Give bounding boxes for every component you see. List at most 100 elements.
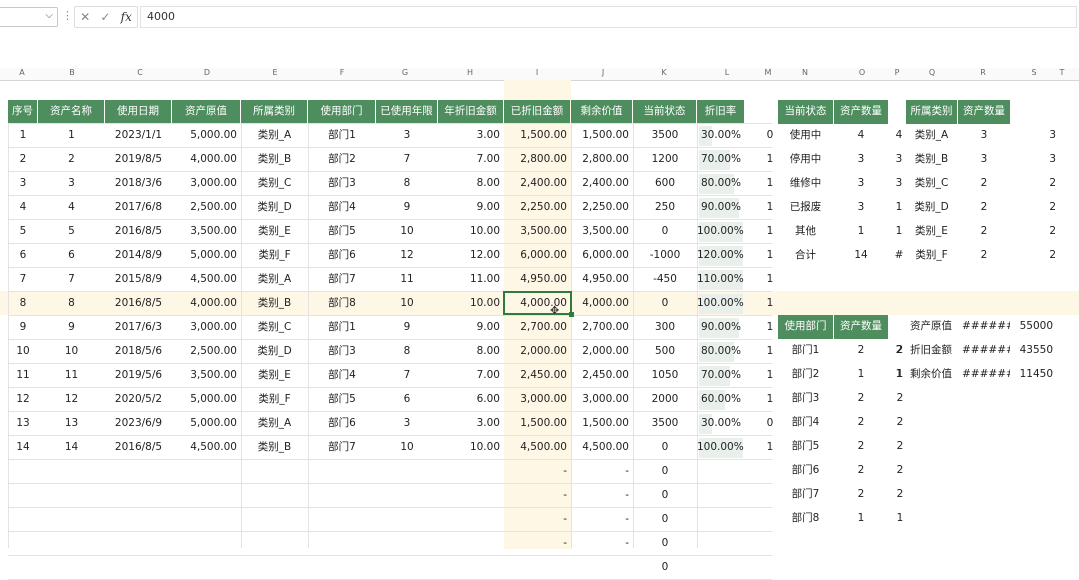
summary-prefix[interactable]: 2 xyxy=(893,339,905,363)
dept-cell[interactable]: 部门7 xyxy=(778,483,833,507)
table-cell[interactable]: 9 xyxy=(376,316,438,340)
table-cell[interactable]: 2,000.00 xyxy=(504,340,571,364)
table-cell[interactable]: 类别_C xyxy=(241,172,308,196)
table-cell[interactable]: 2023/6/9 xyxy=(105,412,172,436)
column-letter[interactable]: K xyxy=(658,68,670,77)
table-cell[interactable]: 9 xyxy=(38,316,105,340)
dept-cell[interactable]: 部门2 xyxy=(778,363,833,387)
column-header[interactable]: 年折旧金额 xyxy=(438,100,503,124)
table-cell[interactable]: 13 xyxy=(8,412,38,436)
table-cell[interactable]: 0 xyxy=(633,508,697,532)
side-value[interactable]: 3 xyxy=(893,172,905,196)
table-cell[interactable]: 3.00 xyxy=(438,124,504,148)
table-cell[interactable]: 2017/6/3 xyxy=(105,316,172,340)
table-cell[interactable]: 2016/8/5 xyxy=(105,436,172,460)
table-cell[interactable]: 2,450.00 xyxy=(571,364,633,388)
status-cell[interactable]: 3 xyxy=(834,172,888,196)
table-cell[interactable]: 4,950.00 xyxy=(571,268,633,292)
side-value[interactable]: 2 xyxy=(893,387,907,411)
category-cell[interactable]: 2 xyxy=(958,172,1010,196)
table-cell[interactable]: 12 xyxy=(376,244,438,268)
table-cell[interactable]: 3,000.00 xyxy=(172,316,241,340)
table-cell[interactable]: - xyxy=(504,484,571,508)
column-letter[interactable]: F xyxy=(336,68,348,77)
table-cell[interactable]: 3.00 xyxy=(438,412,504,436)
table-cell[interactable]: 4,500.00 xyxy=(504,436,571,460)
table-cell[interactable]: 类别_A xyxy=(241,268,308,292)
table-cell[interactable]: 5,000.00 xyxy=(172,244,241,268)
status-cell[interactable]: 已报废 xyxy=(778,196,833,220)
status-cell[interactable]: 3 xyxy=(834,148,888,172)
table-cell[interactable]: 30.00% xyxy=(697,412,745,436)
category-cell[interactable]: 类别_A xyxy=(906,124,957,148)
side-value[interactable]: 2 xyxy=(1020,220,1060,244)
table-cell[interactable]: 100.00% xyxy=(697,292,745,316)
dept-cell[interactable]: 1 xyxy=(834,507,888,531)
table-cell[interactable]: 3 xyxy=(376,124,438,148)
table-cell[interactable]: 4,500.00 xyxy=(571,436,633,460)
table-cell[interactable]: 2016/8/5 xyxy=(105,292,172,316)
table-cell[interactable]: 4 xyxy=(8,196,38,220)
category-cell[interactable]: 2 xyxy=(958,244,1010,268)
side-value[interactable]: 1 xyxy=(760,244,780,268)
category-header[interactable]: 所属类别 xyxy=(906,100,957,124)
table-cell[interactable]: 5 xyxy=(38,220,105,244)
status-cell[interactable]: 3 xyxy=(834,196,888,220)
table-cell[interactable]: 5,000.00 xyxy=(172,388,241,412)
table-cell[interactable]: 1,500.00 xyxy=(571,412,633,436)
side-value[interactable]: 3 xyxy=(893,148,905,172)
category-cell[interactable]: 类别_F xyxy=(906,244,957,268)
table-cell[interactable]: 部门1 xyxy=(308,124,376,148)
table-cell[interactable]: 4 xyxy=(38,196,105,220)
table-cell[interactable]: 类别_F xyxy=(241,244,308,268)
table-cell[interactable]: 10 xyxy=(376,292,438,316)
table-cell[interactable]: 5,000.00 xyxy=(172,124,241,148)
column-letter[interactable]: D xyxy=(201,68,213,77)
table-cell[interactable]: 7 xyxy=(376,148,438,172)
column-header[interactable]: 序号 xyxy=(8,100,37,124)
table-cell[interactable]: 11.00 xyxy=(438,268,504,292)
table-cell[interactable]: 250 xyxy=(633,196,697,220)
column-letter[interactable]: P xyxy=(891,68,903,77)
table-cell[interactable]: 4,000.00 xyxy=(172,148,241,172)
table-cell[interactable]: 6 xyxy=(8,244,38,268)
table-cell[interactable]: 2000 xyxy=(633,388,697,412)
table-cell[interactable]: 0 xyxy=(633,532,697,556)
table-cell[interactable]: 10 xyxy=(376,220,438,244)
status-cell[interactable]: 1 xyxy=(834,220,888,244)
table-cell[interactable]: 10 xyxy=(8,340,38,364)
side-value[interactable]: 1 xyxy=(760,220,780,244)
table-cell[interactable]: 14 xyxy=(38,436,105,460)
summary-prefix[interactable]: 1 xyxy=(893,363,905,387)
table-cell[interactable]: 部门5 xyxy=(308,220,376,244)
status-cell[interactable]: 合计 xyxy=(778,244,833,268)
summary-value[interactable]: 43550 xyxy=(1015,339,1057,363)
column-letter[interactable]: E xyxy=(269,68,281,77)
table-cell[interactable]: 11 xyxy=(8,364,38,388)
table-cell[interactable]: 部门1 xyxy=(308,316,376,340)
table-cell[interactable]: - xyxy=(571,508,633,532)
side-value[interactable]: 2 xyxy=(893,483,907,507)
table-cell[interactable]: 1050 xyxy=(633,364,697,388)
table-cell[interactable]: 70.00% xyxy=(697,148,745,172)
table-cell[interactable]: 6,000.00 xyxy=(571,244,633,268)
table-cell[interactable]: 7 xyxy=(376,364,438,388)
side-value[interactable]: 2 xyxy=(1020,172,1060,196)
table-cell[interactable]: 3 xyxy=(376,412,438,436)
column-letter[interactable]: G xyxy=(399,68,411,77)
table-cell[interactable]: 2019/8/5 xyxy=(105,148,172,172)
table-cell[interactable]: 2,400.00 xyxy=(504,172,571,196)
table-cell[interactable]: 500 xyxy=(633,340,697,364)
table-cell[interactable]: 2,700.00 xyxy=(571,316,633,340)
side-value[interactable]: 4 xyxy=(893,124,905,148)
table-cell[interactable]: 14 xyxy=(8,436,38,460)
table-cell[interactable]: 5 xyxy=(8,220,38,244)
confirm-icon[interactable]: ✓ xyxy=(100,10,110,24)
side-value[interactable]: 2 xyxy=(893,459,907,483)
table-cell[interactable]: 部门5 xyxy=(308,388,376,412)
table-cell[interactable]: 2,250.00 xyxy=(504,196,571,220)
category-cell[interactable]: 类别_D xyxy=(906,196,957,220)
table-cell[interactable]: 部门3 xyxy=(308,340,376,364)
column-header[interactable]: 使用部门 xyxy=(308,100,375,124)
table-cell[interactable]: 1,500.00 xyxy=(571,124,633,148)
